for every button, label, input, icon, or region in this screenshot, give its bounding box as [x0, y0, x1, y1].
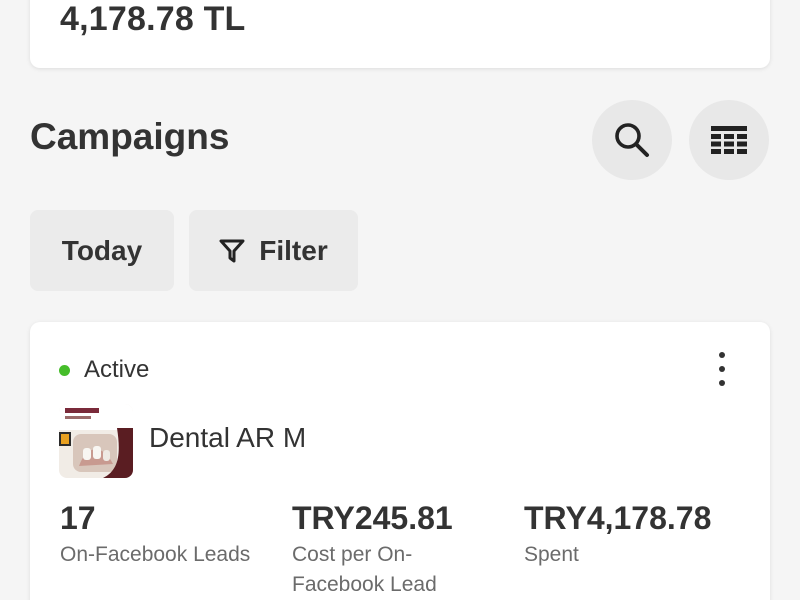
- amount-summary-card: 4,178.78 TL: [30, 0, 770, 68]
- metric-leads: 17 On-Facebook Leads: [60, 498, 280, 570]
- date-range-button[interactable]: Today: [30, 210, 174, 291]
- campaign-status: Active: [59, 356, 149, 384]
- table-columns-icon: [711, 126, 747, 154]
- metric-value: TRY4,178.78: [524, 500, 712, 536]
- metric-label: Cost per On-Facebook Lead: [292, 543, 437, 596]
- filter-button[interactable]: Filter: [189, 210, 358, 291]
- filter-label: Filter: [259, 234, 328, 266]
- campaign-name[interactable]: Dental AR M: [149, 422, 306, 454]
- metric-label: On-Facebook Leads: [60, 543, 251, 566]
- more-options-icon: [719, 352, 725, 358]
- metric-cost-per-lead: TRY245.81 Cost per On-Facebook Lead: [292, 498, 502, 600]
- funnel-icon: [219, 239, 245, 262]
- page: 4,178.78 TL Campaigns Today Filter Activ…: [0, 0, 800, 600]
- amount-spent-value: 4,178.78 TL: [60, 0, 246, 38]
- status-label: Active: [84, 356, 150, 383]
- campaign-card[interactable]: Active Dental AR M 17 On-Facebook Leads …: [30, 322, 770, 600]
- metric-value: 17: [60, 500, 96, 536]
- page-title: Campaigns: [30, 116, 230, 157]
- columns-button[interactable]: [689, 100, 769, 180]
- metric-label: Spent: [524, 543, 579, 566]
- campaign-thumbnail: [59, 404, 133, 478]
- metric-spent: TRY4,178.78 Spent: [524, 498, 754, 570]
- search-button[interactable]: [592, 100, 672, 180]
- metric-value: TRY245.81: [292, 500, 453, 536]
- search-icon: [615, 123, 649, 157]
- date-range-label: Today: [61, 234, 143, 266]
- more-options-button[interactable]: [710, 352, 734, 386]
- status-dot: [59, 364, 70, 376]
